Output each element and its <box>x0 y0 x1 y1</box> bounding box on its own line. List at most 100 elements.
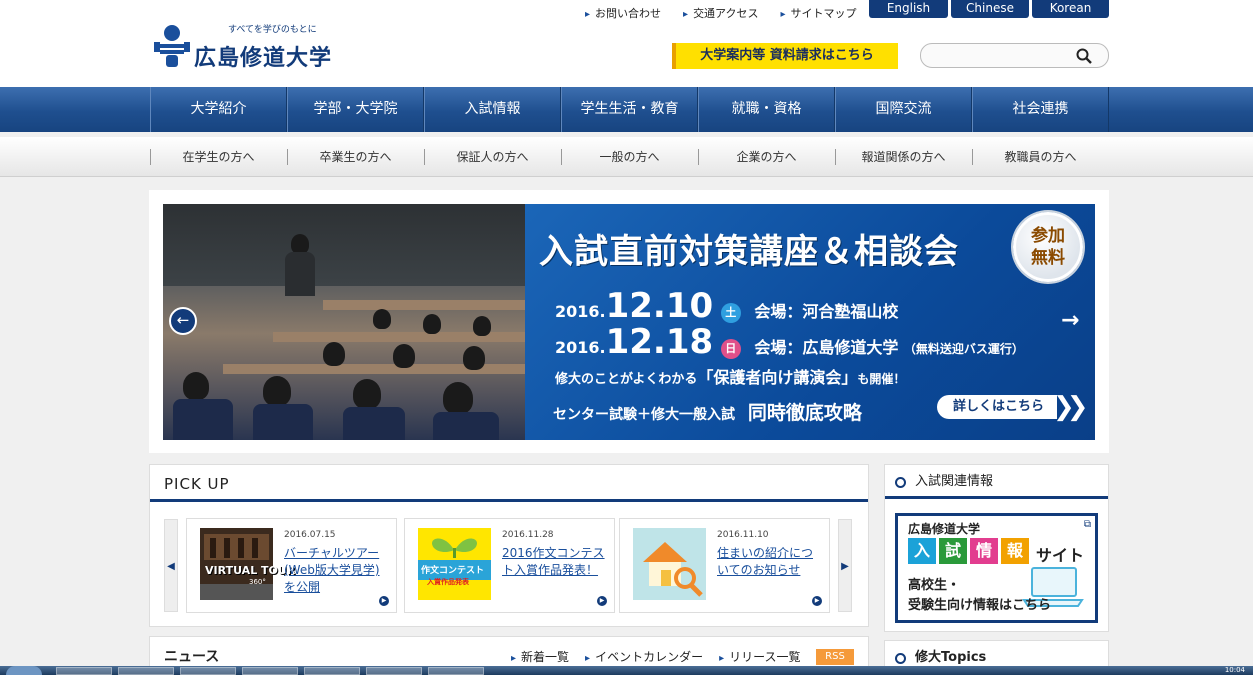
banner-details-button[interactable]: 詳しくはこちら ❯❯ <box>937 392 1088 422</box>
news-release-link[interactable]: リリース一覧 <box>719 648 800 665</box>
nav-student-life[interactable]: 学生生活・教育 <box>561 87 698 132</box>
main-navigation: 大学紹介 学部・大学院 入試情報 学生生活・教育 就職・資格 国際交流 社会連携 <box>0 87 1253 132</box>
student-figure <box>443 382 473 414</box>
access-link[interactable]: 交通アクセス <box>683 5 758 21</box>
subnav-companies[interactable]: 企業の方へ <box>698 137 835 177</box>
lang-chinese-button[interactable]: Chinese <box>951 0 1029 18</box>
pickup-title-link[interactable]: バーチャルツアー(Web版大学見学)を公開 <box>284 545 390 596</box>
admission-site-banner[interactable]: 広島修道大学 ⧉ 入 試 情 報 サイト 高校生・ 受験生向け情報はこちら <box>895 513 1098 623</box>
double-chevron-icon: ❯❯ <box>1053 392 1088 422</box>
event-date-1: 2016.12.10 土 会場：河合塾福山校 <box>555 286 898 326</box>
student-figure <box>353 379 381 409</box>
arrow-right-icon[interactable]: ▶ <box>812 596 822 606</box>
nav-career[interactable]: 就職・資格 <box>698 87 835 132</box>
banner-slide[interactable]: 入試直前対策講座＆相談会 参加 無料 2016.12.10 土 会場：河合塾福山… <box>163 204 1095 440</box>
arrow-right-icon[interactable]: ▶ <box>379 596 389 606</box>
pickup-card[interactable]: 作文コンテスト 入賞作品発表 2016.11.28 2016作文コンテスト入賞作… <box>404 518 615 613</box>
banner-slider: 入試直前対策講座＆相談会 参加 無料 2016.12.10 土 会場：河合塾福山… <box>149 190 1109 453</box>
student-figure <box>393 344 415 368</box>
news-calendar-link[interactable]: イベントカレンダー <box>585 648 703 665</box>
lecture-line: 修大のことがよくわかる「保護者向け講演会」も開催！ <box>555 364 905 388</box>
search-icon[interactable] <box>1076 48 1092 64</box>
arrow-right-icon[interactable]: ▶ <box>597 596 607 606</box>
university-logo[interactable]: すべてを学びのもとに 広島修道大学 <box>154 22 334 71</box>
nav-about[interactable]: 大学紹介 <box>150 87 287 132</box>
student-figure <box>373 309 391 329</box>
logo-tagline: すべてを学びのもとに <box>228 25 317 35</box>
lang-korean-button[interactable]: Korean <box>1032 0 1109 18</box>
contact-link[interactable]: お問い合わせ <box>585 5 661 21</box>
student-figure <box>183 372 209 400</box>
external-link-icon: ⧉ <box>1083 519 1091 530</box>
pickup-title-link[interactable]: 2016作文コンテスト入賞作品発表！ <box>502 545 608 579</box>
desk-row <box>323 300 525 310</box>
site-header: すべてを学びのもとに 広島修道大学 お問い合わせ 交通アクセス サイトマップ E… <box>0 0 1253 87</box>
housing-thumbnail <box>633 528 706 600</box>
nav-admissions[interactable]: 入試情報 <box>424 87 561 132</box>
promo-site-label: サイト <box>1036 546 1085 565</box>
teacher-figure <box>291 234 309 254</box>
promo-tile: 報 <box>1001 538 1029 564</box>
subnav-guardians[interactable]: 保証人の方へ <box>424 137 561 177</box>
news-latest-link[interactable]: 新着一覧 <box>511 648 569 665</box>
slider-prev-icon[interactable]: ← <box>169 307 197 335</box>
section-divider <box>150 499 868 502</box>
sitemap-link[interactable]: サイトマップ <box>781 5 857 21</box>
free-badge-line2: 無料 <box>1031 248 1065 268</box>
student-figure <box>323 342 345 366</box>
taskbar-item[interactable] <box>366 667 422 675</box>
exam-strong: 同時徹底攻略 <box>747 402 862 424</box>
date2-weekday: 日 <box>720 338 741 359</box>
exam-text: センター試験＋修大一般入試 <box>553 407 735 423</box>
essay-contest-label: 作文コンテスト <box>421 566 485 576</box>
search-input[interactable] <box>931 44 1081 66</box>
date2-venue: 会場：広島修道大学 <box>754 338 899 357</box>
pickup-card[interactable]: VIRTUAL TOUR 360° 2016.07.15 バーチャルツアー(We… <box>186 518 397 613</box>
taskbar-item[interactable] <box>242 667 298 675</box>
taskbar-item[interactable] <box>428 667 484 675</box>
banner-title: 入試直前対策講座＆相談会 <box>539 232 959 272</box>
event-date-2: 2016.12.18 日 会場：広島修道大学 （無料送迎バス運行） <box>555 322 1024 362</box>
free-badge: 参加 無料 <box>1013 212 1083 282</box>
date1-weekday: 土 <box>720 302 741 323</box>
promo-target-text: 高校生・ 受験生向け情報はこちら <box>908 576 1051 616</box>
news-links: 新着一覧 イベントカレンダー リリース一覧 <box>511 648 801 665</box>
promo-tile: 入 <box>908 538 936 564</box>
subnav-students[interactable]: 在学生の方へ <box>150 137 287 177</box>
pickup-title-link[interactable]: 住まいの紹介についてのお知らせ <box>717 545 823 579</box>
banner-details-label: 詳しくはこちら <box>937 395 1057 419</box>
nav-international[interactable]: 国際交流 <box>835 87 972 132</box>
date1-monthday: 12.10 <box>605 286 714 326</box>
pickup-prev-icon[interactable]: ◀ <box>164 519 178 612</box>
pickup-next-icon[interactable]: ▶ <box>838 519 852 612</box>
free-badge-line1: 参加 <box>1031 226 1065 246</box>
exam-line: センター試験＋修大一般入試 同時徹底攻略 <box>553 398 862 425</box>
banner-info-panel: 入試直前対策講座＆相談会 参加 無料 2016.12.10 土 会場：河合塾福山… <box>525 204 1095 440</box>
pickup-card[interactable]: 2016.11.10 住まいの紹介についてのお知らせ ▶ <box>619 518 830 613</box>
rss-button[interactable]: RSS <box>816 649 854 665</box>
taskbar-item[interactable] <box>118 667 174 675</box>
subnav-press[interactable]: 報道関係の方へ <box>835 137 972 177</box>
audience-navigation: 在学生の方へ 卒業生の方へ 保証人の方へ 一般の方へ 企業の方へ 報道関係の方へ… <box>0 137 1253 177</box>
promo-tile: 試 <box>939 538 967 564</box>
start-button[interactable] <box>6 666 42 675</box>
taskbar-item[interactable] <box>180 667 236 675</box>
subnav-general[interactable]: 一般の方へ <box>561 137 698 177</box>
classroom-photo <box>163 204 525 440</box>
slider-next-icon[interactable]: → <box>1061 308 1079 333</box>
nav-faculties[interactable]: 学部・大学院 <box>287 87 424 132</box>
promo-tiles: 入 試 情 報 <box>908 538 1029 564</box>
taskbar-item[interactable] <box>56 667 112 675</box>
logo-emblem-icon <box>154 25 190 67</box>
subnav-alumni[interactable]: 卒業生の方へ <box>287 137 424 177</box>
virtual-tour-360-label: 360° <box>249 578 266 586</box>
lang-english-button[interactable]: English <box>869 0 948 18</box>
pickup-title: PICK UP <box>164 475 230 493</box>
document-request-button[interactable]: 大学案内等 資料請求はこちら <box>672 43 898 69</box>
student-figure <box>423 314 441 334</box>
taskbar-item[interactable] <box>304 667 360 675</box>
date2-year: 2016. <box>555 338 606 357</box>
admission-info-title: 入試関連情報 <box>885 465 1108 499</box>
subnav-staff[interactable]: 教職員の方へ <box>972 137 1109 177</box>
nav-community[interactable]: 社会連携 <box>972 87 1109 132</box>
